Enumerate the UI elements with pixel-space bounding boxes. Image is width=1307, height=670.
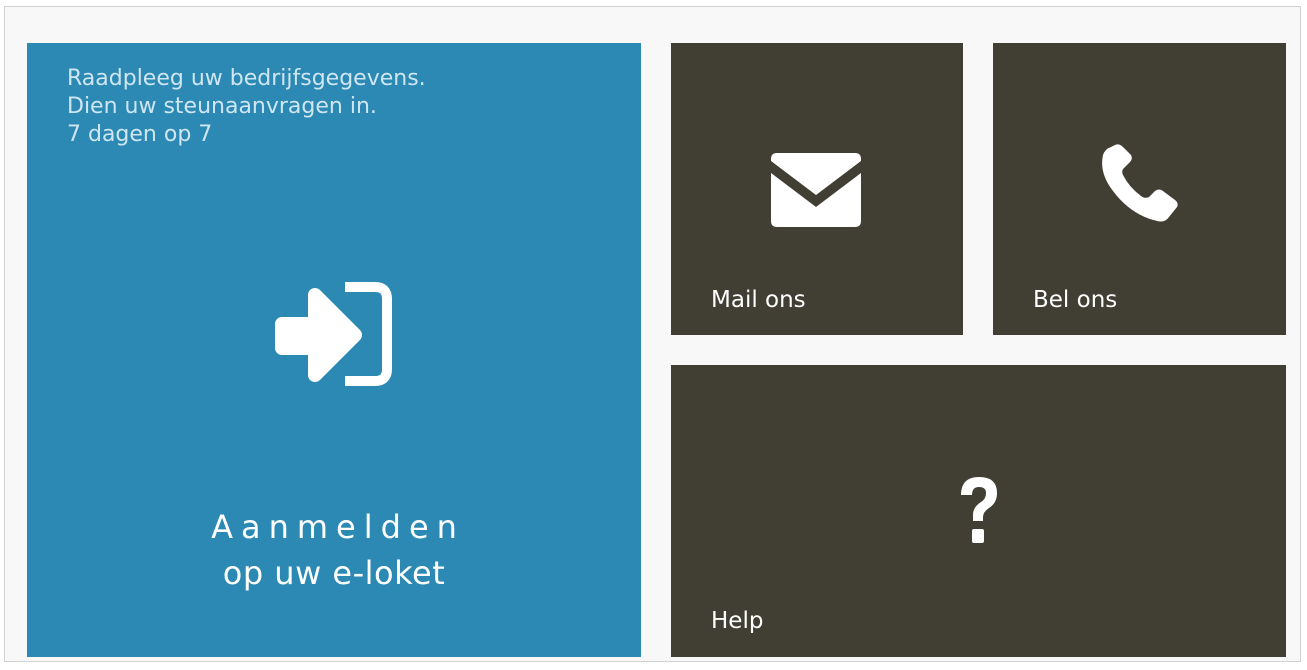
help-tile[interactable]: Help [671,365,1286,657]
help-label: Help [711,608,764,634]
login-title-line2: op uw e-loket [222,554,446,592]
login-title-line1: Aanmelden [211,508,465,546]
tiles-panel: Raadpleeg uw bedrijfsgegevens. Dien uw s… [4,6,1301,662]
sign-in-icon [275,282,392,386]
envelope-icon [771,153,861,227]
call-us-label: Bel ons [1033,287,1118,313]
call-us-tile[interactable]: Bel ons [993,43,1286,335]
mail-us-label: Mail ons [711,287,806,313]
intro-line: Raadpleeg uw bedrijfsgegevens. [67,66,426,91]
intro-line: 7 dagen op 7 [67,122,213,147]
login-tile[interactable]: Raadpleeg uw bedrijfsgegevens. Dien uw s… [27,43,641,657]
login-intro-text: Raadpleeg uw bedrijfsgegevens. Dien uw s… [67,65,426,149]
mail-us-tile[interactable]: Mail ons [671,43,963,335]
question-mark-icon [961,477,997,543]
phone-icon [1102,144,1178,222]
intro-line: Dien uw steunaanvragen in. [67,94,377,119]
